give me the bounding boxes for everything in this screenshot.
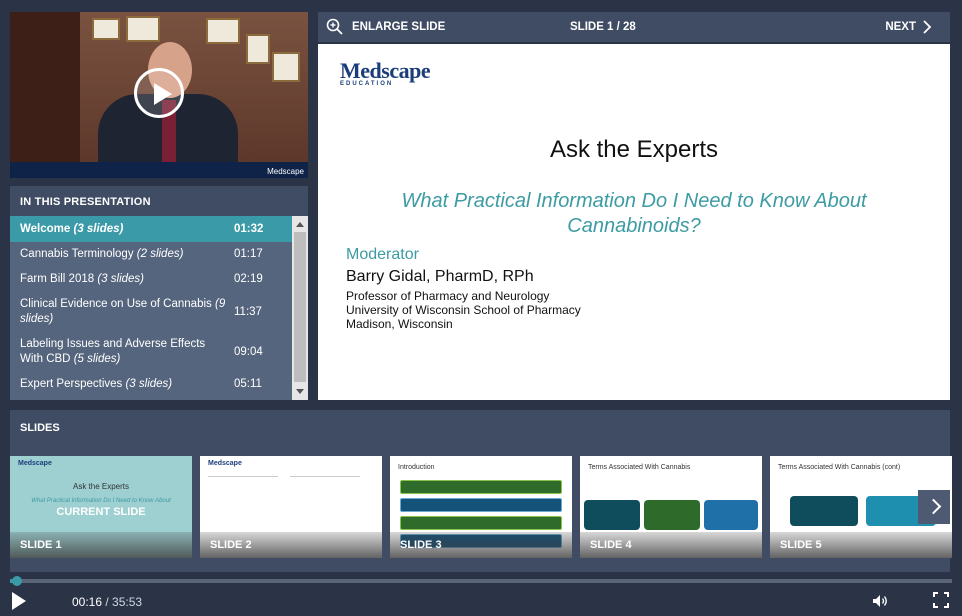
item-count: (3 slides): [97, 272, 144, 285]
play-overlay-icon[interactable]: [134, 68, 184, 118]
bookshelf: [10, 12, 80, 178]
current-slide-label: CURRENT SLIDE: [56, 506, 146, 518]
wall-certificate: [246, 34, 270, 64]
presentation-item[interactable]: Farm Bill 2018 (3 slides) 02:19: [10, 266, 292, 292]
presentation-scrollbar[interactable]: [292, 216, 308, 400]
slides-header: SLIDES: [10, 410, 950, 444]
thumbnail-label: SLIDE 4: [580, 532, 762, 558]
slide-thumbnail[interactable]: Introduction SLIDE 3: [390, 456, 572, 558]
player-controls: 00:16 / 35:53: [0, 586, 962, 616]
moderator-location: Madison, Wisconsin: [346, 317, 453, 331]
strip-next-chevron-icon[interactable]: [918, 490, 950, 524]
item-duration: 05:11: [234, 378, 262, 390]
slide-title: Ask the Experts: [549, 136, 719, 163]
enlarge-slide-button[interactable]: ENLARGE SLIDE: [326, 18, 445, 36]
item-duration: 09:04: [234, 346, 263, 358]
slide-thumbnail[interactable]: Medscape Ask the Experts What Practical …: [10, 456, 192, 558]
item-title: Farm Bill 2018: [20, 272, 95, 285]
mini-term-box: [790, 496, 858, 526]
scroll-up-icon[interactable]: [296, 222, 304, 227]
scroll-thumb[interactable]: [294, 232, 306, 382]
item-title: Clinical Evidence on Use of Cannabis: [20, 298, 212, 310]
item-duration: 02:19: [234, 273, 263, 285]
mini-term-box: [644, 500, 700, 530]
presentation-item[interactable]: Clinical Evidence on Use of Cannabis (9 …: [10, 292, 292, 332]
item-duration: 11:37: [234, 306, 262, 318]
item-count: (3 slides): [73, 222, 124, 235]
mini-text-box: [400, 480, 562, 494]
medscape-logo: Medscape EDUCATION: [340, 58, 431, 87]
item-count: (3 slides): [125, 377, 173, 390]
thumbnail-title: Introduction: [398, 464, 435, 471]
thumbnail-title: Terms Associated With Cannabis (cont): [778, 464, 901, 471]
zoom-in-icon: [326, 18, 343, 35]
next-slide-button[interactable]: NEXT: [885, 19, 932, 35]
presentation-item[interactable]: Cannabis Terminology (2 slides) 01:17: [10, 242, 292, 266]
mini-text-box: [400, 516, 562, 530]
enlarge-label: ENLARGE SLIDE: [352, 21, 446, 33]
fullscreen-icon[interactable]: [933, 592, 949, 608]
thumbnail-label: SLIDE 1: [10, 532, 192, 558]
total-time: 35:53: [112, 595, 143, 609]
mini-slide-subtitle: What Practical Information Do I Need to …: [31, 498, 171, 504]
item-title: Welcome: [20, 222, 71, 235]
slide-toolbar: ENLARGE SLIDE SLIDE 1 / 28 NEXT: [318, 12, 950, 42]
presentation-item[interactable]: Welcome (3 slides) 01:32: [10, 216, 292, 242]
chevron-right-icon: [923, 20, 932, 34]
mini-term-box: [704, 500, 758, 530]
moderator-affiliation: University of Wisconsin School of Pharma…: [346, 303, 581, 317]
item-count: (5 slides): [73, 353, 121, 365]
moderator-label: Moderator: [346, 246, 419, 263]
wall-certificate: [126, 16, 160, 42]
wall-certificate: [272, 52, 300, 82]
time-display: 00:16 / 35:53: [72, 595, 142, 609]
video-lower-bar: [10, 162, 308, 178]
play-button-icon[interactable]: [12, 592, 26, 610]
mini-term-box: [584, 500, 640, 530]
thumbnail-label: SLIDE 5: [770, 532, 952, 558]
thumbnail-label: SLIDE 3: [390, 532, 572, 558]
progress-knob[interactable]: [12, 576, 22, 586]
mini-text-box: [400, 498, 562, 512]
item-title: Expert Perspectives: [20, 377, 123, 390]
thumbnail-title: Terms Associated With Cannabis: [588, 464, 691, 471]
wall-certificate: [206, 18, 240, 44]
slide-counter: SLIDE 1 / 28: [570, 21, 636, 33]
slide-viewer: Medscape EDUCATION Ask the Experts What …: [318, 44, 950, 400]
current-time: 00:16: [72, 595, 103, 609]
moderator-name: Barry Gidal, PharmD, RPh: [346, 268, 534, 285]
presentation-list: Welcome (3 slides) 01:32 Cannabis Termin…: [10, 216, 292, 400]
item-count: (2 slides): [136, 247, 184, 260]
video-player[interactable]: Medscape: [10, 12, 308, 178]
item-duration: 01:32: [234, 223, 264, 235]
scroll-down-icon[interactable]: [296, 389, 304, 394]
progress-bar[interactable]: [10, 576, 952, 586]
wall-certificate: [92, 18, 120, 40]
faculty-column: [290, 476, 360, 516]
mini-logo: Medscape: [208, 460, 242, 467]
presentation-item[interactable]: Labeling Issues and Adverse Effects With…: [10, 332, 292, 372]
slide-thumbnail[interactable]: Terms Associated With Cannabis SLIDE 4: [580, 456, 762, 558]
video-logo: Medscape: [267, 167, 304, 176]
next-label: NEXT: [885, 21, 916, 33]
volume-icon[interactable]: [872, 594, 890, 608]
presentation-header: IN THIS PRESENTATION: [10, 186, 308, 216]
mini-slide-title: Ask the Experts: [72, 482, 130, 491]
moderator-title: Professor of Pharmacy and Neurology: [346, 289, 550, 303]
slides-strip: Medscape Ask the Experts What Practical …: [10, 444, 952, 572]
slide-subtitle: What Practical Information Do I Need to …: [401, 190, 867, 237]
thumbnail-label: SLIDE 2: [200, 532, 382, 558]
item-duration: 01:17: [234, 248, 263, 260]
slide-thumbnail[interactable]: Medscape SLIDE 2: [200, 456, 382, 558]
presentation-item[interactable]: Expert Perspectives (3 slides) 05:11: [10, 372, 292, 396]
mini-logo: Medscape: [18, 460, 52, 467]
item-title: Cannabis Terminology: [20, 247, 134, 260]
faculty-column: [208, 476, 278, 516]
